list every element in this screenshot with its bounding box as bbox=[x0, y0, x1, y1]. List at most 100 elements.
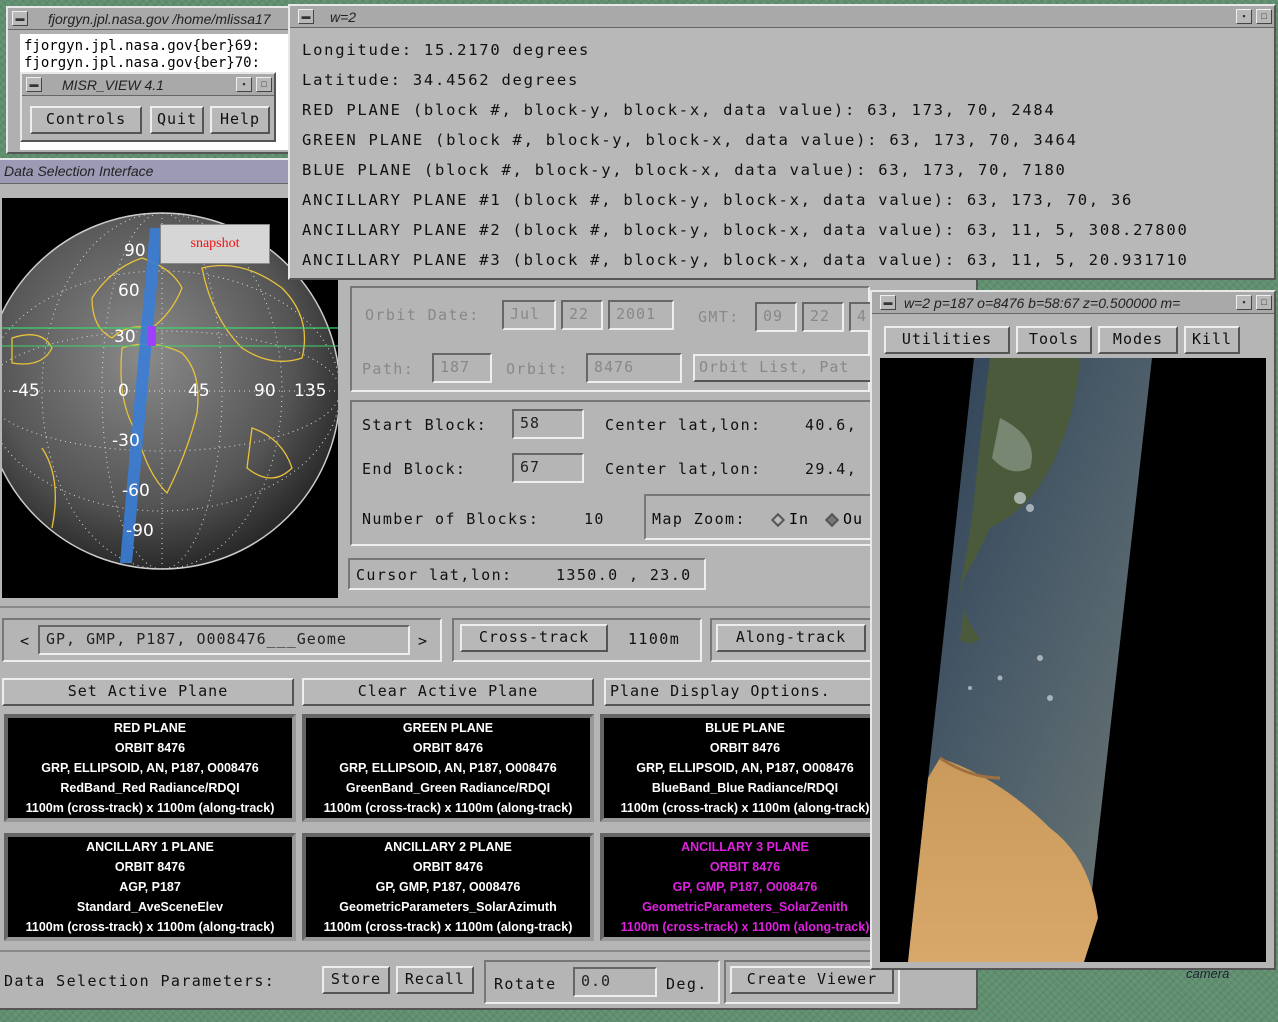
start-block-field[interactable]: 58 bbox=[512, 409, 584, 439]
set-active-plane-button[interactable]: Set Active Plane bbox=[2, 678, 294, 706]
window-menu-icon[interactable]: ▬ bbox=[880, 295, 896, 310]
orbit-date-label: Orbit Date: bbox=[365, 306, 480, 324]
window-menu-icon[interactable]: ▬ bbox=[12, 11, 28, 26]
maximize-icon[interactable]: □ bbox=[1256, 295, 1272, 310]
plane-orbit: ORBIT 8476 bbox=[114, 860, 186, 874]
create-viewer-button[interactable]: Create Viewer bbox=[730, 966, 894, 994]
deg-label: Deg. bbox=[666, 975, 708, 993]
plane-orbit: ORBIT 8476 bbox=[709, 741, 781, 755]
orbit-date-day[interactable]: 22 bbox=[561, 300, 603, 330]
map-zoom-in-label: In bbox=[789, 510, 810, 528]
satellite-image-canvas[interactable] bbox=[880, 358, 1266, 962]
orbit-list-button[interactable]: Orbit List, Pat bbox=[693, 354, 883, 382]
utilities-menu[interactable]: Utilities bbox=[884, 326, 1010, 354]
product-next-arrow[interactable]: > bbox=[418, 632, 428, 650]
radio-out-icon bbox=[824, 512, 840, 528]
blue-plane-tile[interactable]: BLUE PLANE ORBIT 8476 GRP, ELLIPSOID, AN… bbox=[600, 714, 890, 822]
orbit-field[interactable]: 8476 bbox=[586, 353, 682, 383]
info-longitude: Longitude: 15.2170 degrees bbox=[302, 41, 591, 59]
divider bbox=[0, 606, 880, 608]
info-green-plane: GREEN PLANE (block #, block-y, block-x, … bbox=[302, 131, 1078, 149]
terminal-titlebar[interactable]: ▬ fjorgyn.jpl.nasa.gov /home/mlissa17 bbox=[8, 8, 304, 30]
num-blocks-value: 10 bbox=[584, 510, 605, 528]
svg-text:0: 0 bbox=[118, 381, 129, 401]
cross-track-button[interactable]: Cross-track bbox=[460, 624, 608, 652]
center-start-value: 40.6, bbox=[805, 416, 858, 434]
viewer-title: w=2 p=187 o=8476 b=58:67 z=0.500000 m= bbox=[904, 295, 1181, 311]
path-field[interactable]: 187 bbox=[432, 353, 492, 383]
orbit-date-year[interactable]: 2001 bbox=[608, 300, 674, 330]
clear-active-plane-button[interactable]: Clear Active Plane bbox=[302, 678, 594, 706]
plane-source: GRP, ELLIPSOID, AN, P187, O008476 bbox=[41, 761, 259, 775]
recall-button[interactable]: Recall bbox=[396, 966, 474, 994]
ancillary-1-plane-tile[interactable]: ANCILLARY 1 PLANE ORBIT 8476 AGP, P187 S… bbox=[4, 833, 296, 941]
center-end-value: 29.4, bbox=[805, 460, 858, 478]
kill-menu[interactable]: Kill bbox=[1184, 326, 1240, 354]
info-window: ▬ w=2 ▪ □ Longitude: 15.2170 degrees Lat… bbox=[288, 4, 1276, 280]
info-blue-plane: BLUE PLANE (block #, block-y, block-x, d… bbox=[302, 161, 1067, 179]
map-zoom-in-radio[interactable]: In bbox=[770, 510, 810, 528]
info-red-plane: RED PLANE (block #, block-y, block-x, da… bbox=[302, 101, 1056, 119]
misr-view-titlebar[interactable]: ▬ MISR_VIEW 4.1 ▪ □ bbox=[22, 74, 274, 96]
plane-orbit: ORBIT 8476 bbox=[412, 860, 484, 874]
red-plane-tile[interactable]: RED PLANE ORBIT 8476 GRP, ELLIPSOID, AN,… bbox=[4, 714, 296, 822]
svg-text:60: 60 bbox=[118, 281, 140, 301]
orbit-date-month[interactable]: Jul bbox=[502, 300, 556, 330]
svg-text:90: 90 bbox=[124, 241, 146, 261]
plane-title: BLUE PLANE bbox=[705, 721, 785, 735]
satellite-image bbox=[908, 358, 1152, 962]
data-selection-window: Data Selection Interface 90 60 30 -45 0 … bbox=[0, 158, 980, 1010]
minimize-icon[interactable]: ▪ bbox=[236, 77, 252, 92]
center-end-label: Center lat,lon: bbox=[605, 460, 762, 478]
map-zoom-out-radio[interactable]: Ou bbox=[824, 510, 864, 528]
rotate-label: Rotate bbox=[494, 975, 557, 993]
svg-text:-30: -30 bbox=[112, 431, 140, 451]
map-zoom-out-label: Ou bbox=[843, 510, 864, 528]
along-track-button[interactable]: Along-track bbox=[716, 624, 866, 652]
quit-button[interactable]: Quit bbox=[150, 106, 204, 134]
svg-text:30: 30 bbox=[114, 327, 136, 347]
controls-button[interactable]: Controls bbox=[30, 106, 142, 134]
plane-source: GRP, ELLIPSOID, AN, P187, O008476 bbox=[339, 761, 557, 775]
selected-blocks bbox=[148, 326, 156, 346]
plane-title: ANCILLARY 1 PLANE bbox=[86, 840, 214, 854]
info-titlebar[interactable]: ▬ w=2 ▪ □ bbox=[290, 6, 1274, 28]
end-block-field[interactable]: 67 bbox=[512, 453, 584, 483]
snapshot-button[interactable]: snapshot bbox=[160, 224, 270, 264]
store-button[interactable]: Store bbox=[322, 966, 390, 994]
green-plane-tile[interactable]: GREEN PLANE ORBIT 8476 GRP, ELLIPSOID, A… bbox=[302, 714, 594, 822]
plane-source: AGP, P187 bbox=[119, 880, 181, 894]
maximize-icon[interactable]: □ bbox=[256, 77, 272, 92]
product-prev-arrow[interactable]: < bbox=[20, 632, 30, 650]
plane-orbit: ORBIT 8476 bbox=[412, 741, 484, 755]
minimize-icon[interactable]: ▪ bbox=[1236, 9, 1252, 24]
product-field[interactable]: GP, GMP, P187, O008476___Geome bbox=[38, 625, 410, 655]
info-ancillary-3: ANCILLARY PLANE #3 (block #, block-y, bl… bbox=[302, 251, 1189, 269]
plane-display-options-button[interactable]: Plane Display Options. bbox=[604, 678, 880, 706]
path-label: Path: bbox=[362, 360, 415, 378]
info-latitude: Latitude: 34.4562 degrees bbox=[302, 71, 580, 89]
info-title: w=2 bbox=[330, 9, 357, 25]
minimize-icon[interactable]: ▪ bbox=[1236, 295, 1252, 310]
help-button[interactable]: Help bbox=[210, 106, 270, 134]
tools-menu[interactable]: Tools bbox=[1016, 326, 1092, 354]
info-ancillary-1: ANCILLARY PLANE #1 (block #, block-y, bl… bbox=[302, 191, 1134, 209]
rotate-field[interactable]: 0.0 bbox=[573, 967, 657, 997]
plane-title: ANCILLARY 3 PLANE bbox=[681, 840, 809, 854]
ancillary-2-plane-tile[interactable]: ANCILLARY 2 PLANE ORBIT 8476 GP, GMP, P1… bbox=[302, 833, 594, 941]
maximize-icon[interactable]: □ bbox=[1256, 9, 1272, 24]
plane-resolution: 1100m (cross-track) x 1100m (along-track… bbox=[25, 920, 275, 934]
terminal-line: fjorgyn.jpl.nasa.gov{ber}69: bbox=[24, 38, 261, 54]
cursor-label: Cursor lat,lon: bbox=[356, 566, 513, 584]
ancillary-3-plane-tile[interactable]: ANCILLARY 3 PLANE ORBIT 8476 GP, GMP, P1… bbox=[600, 833, 890, 941]
window-menu-icon[interactable]: ▬ bbox=[26, 77, 42, 92]
gmt-minute[interactable]: 22 bbox=[802, 302, 844, 332]
viewer-titlebar[interactable]: ▬ w=2 p=187 o=8476 b=58:67 z=0.500000 m=… bbox=[872, 292, 1274, 314]
plane-title: RED PLANE bbox=[113, 721, 187, 735]
plane-field: GreenBand_Green Radiance/RDQI bbox=[345, 781, 551, 795]
modes-menu[interactable]: Modes bbox=[1098, 326, 1178, 354]
svg-text:-60: -60 bbox=[122, 481, 150, 501]
center-start-label: Center lat,lon: bbox=[605, 416, 762, 434]
gmt-hour[interactable]: 09 bbox=[755, 302, 797, 332]
window-menu-icon[interactable]: ▬ bbox=[298, 9, 314, 24]
